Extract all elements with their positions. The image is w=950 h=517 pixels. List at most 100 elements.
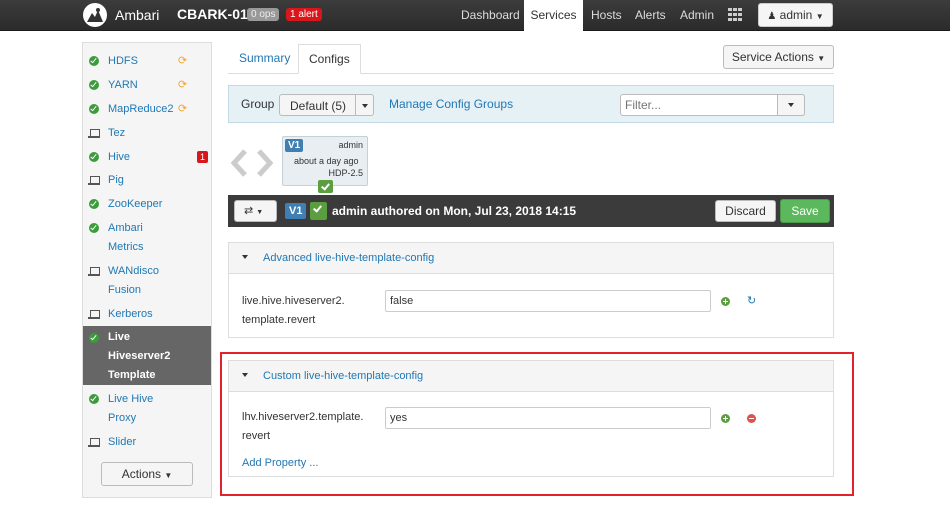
current-version-check-icon [318,180,333,193]
status-ok-icon [89,223,99,233]
sidebar-item-live-hiveserver2-template[interactable]: Live Hiveserver2 Template [83,326,211,385]
actions-button[interactable]: Actions ▼ [101,462,193,486]
property-name-line: live.hive.hiveserver2. [242,295,345,307]
discard-button[interactable]: Discard [715,200,776,222]
sidebar-item-label: Metrics [108,241,144,253]
property-name-line: template.revert [242,314,316,326]
config-group-dropdown[interactable]: Default (5) [279,94,374,116]
config-group-bar: Group Default (5) Manage Config Groups [228,85,834,123]
client-laptop-icon [88,176,100,185]
advanced-config-panel: Advanced live-hive-template-config live.… [228,242,834,338]
tab-summary[interactable]: Summary [229,44,300,74]
sidebar-item-yarn[interactable]: YARN ⟳ [83,76,211,95]
sidebar-item-label: Template [108,369,156,381]
alert-count-badge[interactable]: 1 [197,151,208,163]
sidebar-item-ambari-metrics[interactable]: Ambari Metrics [83,219,211,257]
property-name: live.hive.hiveserver2. template.revert [242,292,372,330]
highlight-box [220,352,854,496]
sidebar-item-label: Live [108,331,131,343]
client-laptop-icon [88,310,100,319]
sidebar-item-mapreduce2[interactable]: MapReduce2 ⟳ [83,100,211,119]
status-ok-icon [89,56,99,66]
chevron-down-icon [788,103,794,107]
client-laptop-icon [88,129,100,138]
chevron-down-icon [362,104,368,108]
sidebar-item-label: Live Hive [108,393,154,405]
alert-badge[interactable]: 1 alert [286,8,322,21]
sidebar-item-label: HDFS [108,55,138,67]
client-laptop-icon [88,438,100,447]
sidebar-item-hdfs[interactable]: HDFS ⟳ [83,52,211,71]
sidebar-item-kerberos[interactable]: Kerberos [83,305,211,324]
sidebar-item-label: Hive [108,151,131,163]
chevron-right-icon[interactable] [255,148,275,178]
status-ok-icon [89,333,99,343]
sidebar-item-label: Kerberos [108,308,153,320]
manage-config-groups-link[interactable]: Manage Config Groups [389,97,513,111]
compare-versions-button[interactable]: ⇄ ▼ [234,200,277,222]
chevron-left-icon[interactable] [229,148,249,178]
client-laptop-icon [88,267,100,276]
nav-hosts[interactable]: Hosts [585,0,628,31]
user-label: admin [779,8,813,22]
version-authored-text: admin authored on Mon, Jul 23, 2018 14:1… [332,204,577,218]
tab-configs[interactable]: Configs [298,44,361,74]
advanced-config-title: Advanced live-hive-template-config [263,252,435,264]
sidebar-item-label: YARN [108,79,138,91]
sidebar-item-label: Tez [108,127,126,139]
property-value-input[interactable] [385,290,711,312]
sidebar-item-live-hive-proxy[interactable]: Live Hive Proxy [83,390,211,428]
group-label: Group [241,97,275,111]
nav-admin[interactable]: Admin [674,0,720,31]
advanced-config-header[interactable]: Advanced live-hive-template-config [229,243,833,274]
save-button[interactable]: Save [780,199,830,223]
status-ok-icon [89,152,99,162]
restart-required-icon[interactable]: ⟳ [178,56,188,67]
chevron-down-icon: ▼ [817,54,826,63]
version-action-bar: ⇄ ▼ V1 admin authored on Mon, Jul 23, 20… [228,195,834,227]
sidebar-item-pig[interactable]: Pig [83,171,211,190]
sidebar-item-label: Slider [108,436,137,448]
status-ok-icon [89,199,99,209]
top-navbar: Ambari CBARK-01 0 ops 1 alert Dashboard … [0,0,950,31]
service-actions-button[interactable]: Service Actions ▼ [723,45,834,69]
views-grid-icon[interactable] [728,8,743,22]
services-sidebar: HDFS ⟳ YARN ⟳ MapReduce2 ⟳ Tez Hive 1 Pi… [82,42,212,498]
filter-dropdown-button[interactable] [777,94,805,116]
version-card[interactable]: V1 admin about a day ago HDP-2.5 [282,136,368,193]
nav-dashboard[interactable]: Dashboard [455,0,526,31]
restart-required-icon[interactable]: ⟳ [178,80,188,91]
sidebar-item-label: Hiveserver2 [108,350,171,362]
sidebar-item-hive[interactable]: Hive 1 [83,148,211,167]
sidebar-item-slider[interactable]: Slider [83,433,211,452]
config-group-selected: Default (5) [290,99,347,113]
status-ok-icon [89,394,99,404]
actions-label: Actions [121,467,162,481]
sidebar-item-zookeeper[interactable]: ZooKeeper [83,195,211,214]
user-icon: ♟ [767,11,777,22]
restart-required-icon[interactable]: ⟳ [178,104,188,115]
nav-services[interactable]: Services [524,0,583,31]
version-time: about a day ago [294,156,359,166]
brand-name[interactable]: Ambari [115,7,159,23]
nav-alerts[interactable]: Alerts [629,0,672,31]
dropdown-divider [355,95,356,115]
chevron-down-icon: ▼ [164,471,173,480]
ops-badge[interactable]: 0 ops [247,8,280,21]
service-actions-label: Service Actions [731,50,814,64]
add-override-icon[interactable] [721,297,730,306]
chevron-down-icon: ▼ [256,209,264,216]
version-badge: V1 [285,203,307,219]
sidebar-item-tez[interactable]: Tez [83,124,211,143]
refresh-icon[interactable]: ↻ [747,296,756,307]
sidebar-item-label: Fusion [108,284,142,296]
sidebar-item-wandisco-fusion[interactable]: WANdisco Fusion [83,262,211,300]
sidebar-item-label: Ambari [108,222,143,234]
status-ok-icon [89,80,99,90]
version-stack: HDP-2.5 [328,168,363,178]
ambari-logo[interactable] [83,3,107,27]
user-menu-button[interactable]: ♟ admin ▼ [758,3,833,27]
current-version-check-icon [310,202,327,220]
shuffle-icon: ⇄ [244,205,254,217]
chevron-down-icon: ▼ [815,12,824,21]
